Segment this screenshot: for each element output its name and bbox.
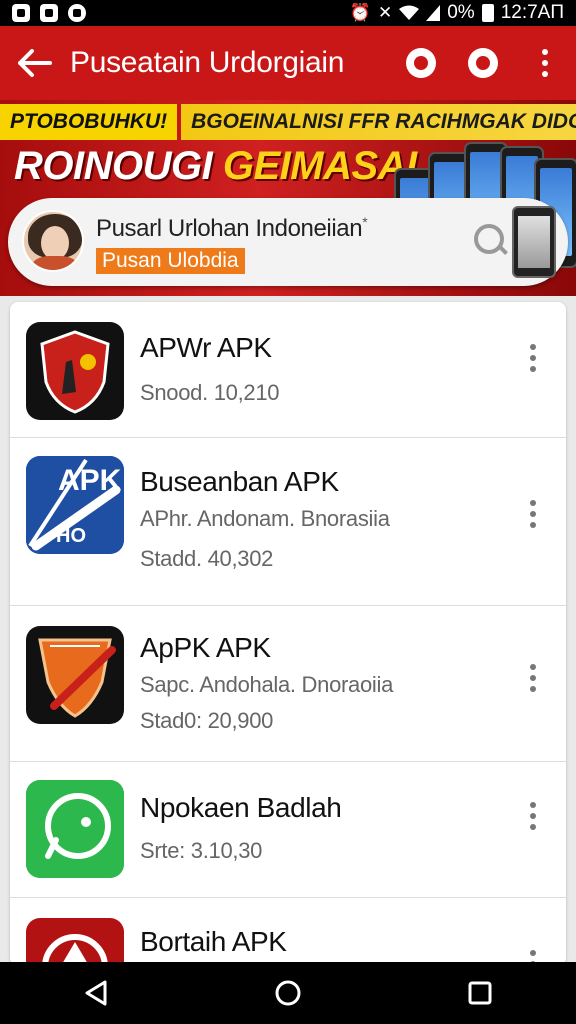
- status-bar: ⏰ ✕ 0% 12:7AП: [0, 0, 576, 26]
- banner-headline-part1: ROINOUGI: [14, 144, 223, 188]
- item-title: Buseanban APK: [140, 466, 339, 497]
- item-subtitle: Sapc. Andohala. Dnoraoiia: [140, 672, 394, 697]
- profile-card[interactable]: Pusarl Urlohan Indoneiian* Pusan Ulobdia: [8, 198, 568, 286]
- more-vert-icon[interactable]: [530, 802, 536, 830]
- item-text: APWr APK Snood. 10,210: [140, 332, 280, 406]
- page-title: Puseatain Urdorgiain: [70, 46, 345, 79]
- item-title: ApPK APK: [140, 632, 271, 663]
- apk-badge-text: APK: [58, 464, 122, 497]
- item-text: Npokaen Badlah Srte: 3.10,30: [140, 792, 342, 864]
- status-left: [12, 4, 86, 22]
- item-text: Bortaih APK: [140, 926, 287, 958]
- profile-name-text: Pusarl Urlohan Indoneiian: [96, 215, 363, 242]
- phone-thumbnail: [512, 206, 556, 278]
- banner-headline: ROINOUGI GEIMASAI: [14, 144, 417, 189]
- chat-app-icon: [26, 780, 124, 878]
- status-time: 12:7AП: [500, 2, 564, 23]
- item-title: APWr APK: [140, 332, 272, 363]
- notification-icon: [40, 4, 58, 22]
- search-button[interactable]: [390, 26, 452, 100]
- list-item[interactable]: APK HO Buseanban APK APhr. Andonam. Bnora…: [10, 438, 566, 606]
- item-subtitle: Stad0: 20,900: [140, 708, 274, 733]
- nav-recents-button[interactable]: [450, 963, 510, 1023]
- item-text: Buseanban APK APhr. Andonam. Bnorasiia S…: [140, 466, 390, 572]
- apk-app-icon: APK HO: [26, 456, 124, 554]
- back-triangle-icon: [85, 980, 107, 1006]
- avatar: [22, 210, 84, 272]
- recents-square-icon: [468, 981, 492, 1005]
- notification-icon: [12, 4, 30, 22]
- shield-app-icon: [26, 918, 124, 966]
- more-vert-icon[interactable]: [530, 664, 536, 692]
- banner-strip-text: BGOEINALNISI FFR RACIHMGAK DIDOSNOAN: [191, 110, 576, 133]
- battery-icon: [481, 4, 494, 22]
- item-title: Bortaih APK: [140, 926, 287, 957]
- back-button[interactable]: [0, 26, 70, 100]
- more-vert-icon[interactable]: [530, 500, 536, 528]
- profile-tag: Pusan Ulobdia: [96, 248, 245, 274]
- mute-icon: ✕: [377, 3, 393, 22]
- more-options-button[interactable]: [514, 26, 576, 100]
- signal-icon: [426, 5, 441, 21]
- nav-back-button[interactable]: [66, 963, 126, 1023]
- nav-home-button[interactable]: [258, 963, 318, 1023]
- app-list: APWr APK Snood. 10,210 APK HO Buseanban A…: [10, 302, 566, 966]
- list-item[interactable]: ApPK APK Sapc. Andohala. Dnoraoiia Stad0…: [10, 606, 566, 762]
- more-vert-icon[interactable]: [530, 344, 536, 372]
- item-subtitle: APhr. Andonam. Bnorasiia: [140, 506, 390, 531]
- hq-badge-text: HO: [56, 525, 86, 547]
- home-circle-icon: [275, 980, 301, 1006]
- shield-app-icon: [26, 322, 124, 420]
- profile-superscript: *: [362, 214, 368, 230]
- battery-percent: 0%: [447, 2, 475, 23]
- shield-app-icon: [26, 626, 124, 724]
- nav-bar: [0, 962, 576, 1024]
- item-subtitle: Stadd. 40,302: [140, 546, 274, 571]
- app-bar: Puseatain Urdorgiain: [0, 26, 576, 100]
- profile-search-icon[interactable]: [474, 224, 504, 254]
- wifi-icon: [399, 5, 420, 20]
- item-subtitle: Srte: 3.10,30: [140, 838, 263, 863]
- list-item[interactable]: Bortaih APK: [10, 898, 566, 966]
- list-item[interactable]: APWr APK Snood. 10,210: [10, 302, 566, 438]
- back-arrow-icon: [18, 49, 52, 77]
- notification-icon: [68, 4, 86, 22]
- search-icon: [406, 48, 436, 78]
- item-title: Npokaen Badlah: [140, 792, 342, 823]
- item-text: ApPK APK Sapc. Andohala. Dnoraoiia Stad0…: [140, 632, 393, 734]
- sync-icon: [468, 48, 498, 78]
- list-item[interactable]: Npokaen Badlah Srte: 3.10,30: [10, 762, 566, 898]
- banner-tag: PTOBOBUHKU!: [0, 104, 182, 140]
- alarm-icon: ⏰: [349, 3, 371, 22]
- sync-button[interactable]: [452, 26, 514, 100]
- item-subtitle: Snood. 10,210: [140, 380, 280, 405]
- status-right: ⏰ ✕ 0% 12:7AП: [350, 2, 564, 24]
- more-vert-icon: [542, 49, 548, 77]
- profile-name: Pusarl Urlohan Indoneiian*: [96, 214, 368, 243]
